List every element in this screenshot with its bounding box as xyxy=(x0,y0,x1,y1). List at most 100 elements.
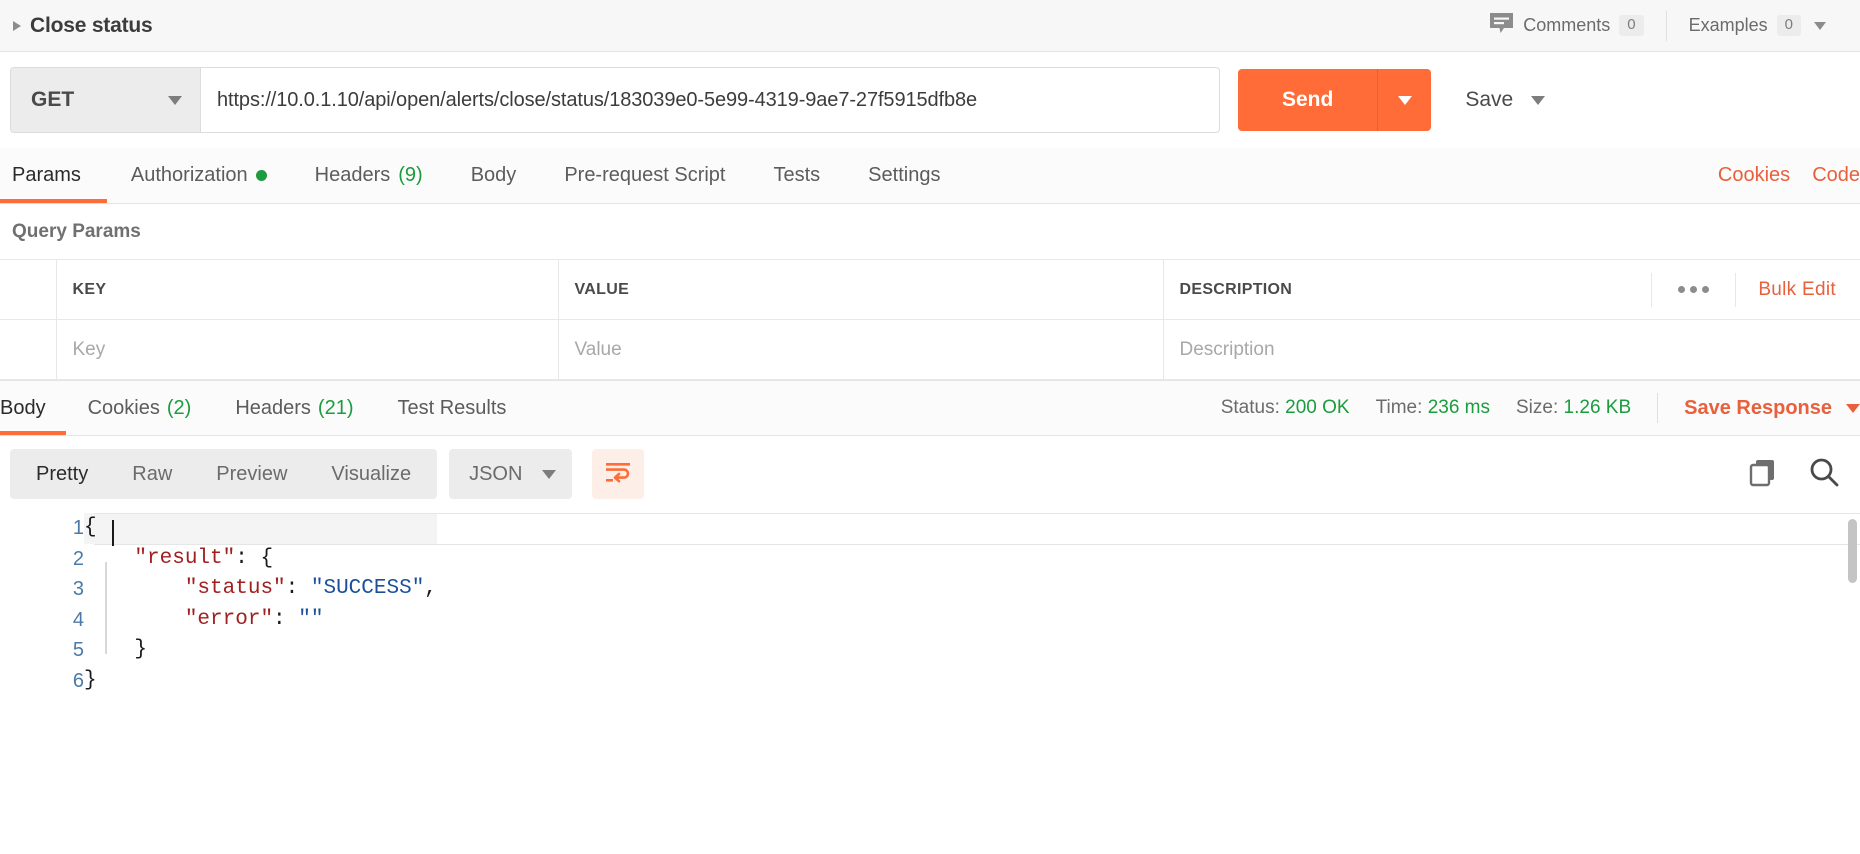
code-line: 6 } xyxy=(0,666,437,697)
dot xyxy=(1690,286,1698,293)
tab-label: Params xyxy=(12,164,81,186)
line-number: 6 xyxy=(72,669,84,692)
save-response-button[interactable]: Save Response xyxy=(1684,397,1832,420)
view-mode-preview[interactable]: Preview xyxy=(194,449,309,499)
caret-right-icon[interactable] xyxy=(13,20,21,31)
line-number: 3 xyxy=(72,578,84,600)
chevron-down-icon[interactable] xyxy=(1846,403,1860,413)
response-body-toolbar: Pretty Raw Preview Visualize JSON xyxy=(0,436,1860,512)
tab-label: Body xyxy=(0,396,46,419)
search-icon[interactable] xyxy=(1808,456,1840,493)
send-button[interactable]: Send xyxy=(1238,69,1378,131)
request-title-group[interactable]: Close status xyxy=(10,13,153,38)
param-value-cell[interactable]: Value xyxy=(557,319,1164,380)
tab-badge: (9) xyxy=(398,164,423,186)
response-body-code[interactable]: 1 { 2 "result": { 3 "status": "SUCCESS",… xyxy=(0,512,1860,726)
request-header-bar: Close status Comments 0 Examples 0 xyxy=(0,0,1860,52)
request-url-bar: GET https://10.0.1.10/api/open/alerts/cl… xyxy=(0,52,1860,148)
dot xyxy=(1702,286,1710,293)
bulk-edit-button[interactable]: Bulk Edit xyxy=(1735,272,1860,307)
code-link[interactable]: Code xyxy=(1812,164,1860,187)
table-actions: Bulk Edit xyxy=(1651,272,1860,307)
code-fold-rail xyxy=(105,562,107,654)
examples-button[interactable]: Examples 0 xyxy=(1665,10,1848,41)
line-number: 4 xyxy=(72,608,84,631)
http-method-select[interactable]: GET xyxy=(10,67,200,133)
language-value: JSON xyxy=(469,462,523,485)
param-key-cell[interactable]: Key xyxy=(55,319,559,380)
json-punct: } xyxy=(84,638,148,661)
tab-params[interactable]: Params xyxy=(0,148,107,203)
cookies-link[interactable]: Cookies xyxy=(1718,164,1790,187)
language-select[interactable]: JSON xyxy=(449,449,573,499)
json-key: "error" xyxy=(184,607,274,631)
response-tab-headers[interactable]: Headers (21) xyxy=(213,381,375,435)
query-params-table: KEY VALUE DESCRIPTION Bulk Edit Key Valu… xyxy=(0,259,1860,380)
response-tab-body[interactable]: Body xyxy=(0,381,66,435)
send-options-button[interactable] xyxy=(1377,69,1432,131)
status-value: 200 OK xyxy=(1285,397,1350,418)
chevron-down-icon[interactable] xyxy=(1814,21,1826,30)
tab-label: Body xyxy=(470,164,517,186)
tab-label: Cookies xyxy=(87,396,160,419)
line-content[interactable]: } xyxy=(84,635,437,666)
json-punct: { xyxy=(84,516,97,539)
comment-icon xyxy=(1489,12,1514,40)
tab-settings[interactable]: Settings xyxy=(844,148,964,203)
column-header-key: KEY xyxy=(55,259,559,320)
tab-label: Settings xyxy=(868,164,941,186)
save-response-group[interactable]: Save Response xyxy=(1657,393,1860,423)
tab-pre-request-script[interactable]: Pre-request Script xyxy=(540,148,749,203)
request-tabs: Params Authorization Headers (9) Body Pr… xyxy=(0,148,1860,204)
line-content[interactable]: "result": { xyxy=(84,544,437,575)
row-checkbox-cell[interactable] xyxy=(0,319,57,380)
tab-headers[interactable]: Headers (9) xyxy=(291,148,447,203)
status-badge: Status: 200 OK xyxy=(1221,397,1350,419)
chevron-down-icon[interactable] xyxy=(1531,95,1546,105)
line-content[interactable]: } xyxy=(84,666,437,697)
comments-count: 0 xyxy=(1619,15,1644,36)
size-badge: Size: 1.26 KB xyxy=(1516,397,1631,419)
save-button[interactable]: Save xyxy=(1465,88,1513,112)
url-input[interactable]: https://10.0.1.10/api/open/alerts/close/… xyxy=(200,67,1220,133)
request-tabs-actions: Cookies Code xyxy=(1718,148,1860,203)
json-key: "status" xyxy=(184,577,286,600)
view-mode-raw[interactable]: Raw xyxy=(110,449,194,499)
code-line: 5 } xyxy=(0,635,437,666)
line-content[interactable]: "status": "SUCCESS", xyxy=(84,574,437,605)
code-line: 3 "status": "SUCCESS", xyxy=(0,574,437,605)
header-actions: Comments 0 Examples 0 xyxy=(1467,0,1848,51)
select-all-cell xyxy=(0,259,57,320)
code-line: 1 { xyxy=(0,513,437,544)
tab-body[interactable]: Body xyxy=(447,148,541,203)
save-button-group[interactable]: Save xyxy=(1465,88,1546,112)
page-title: Close status xyxy=(30,13,153,37)
response-tab-cookies[interactable]: Cookies (2) xyxy=(66,381,214,435)
chevron-down-icon[interactable] xyxy=(168,95,182,105)
copy-icon[interactable] xyxy=(1748,457,1778,492)
response-meta: Status: 200 OK Time: 236 ms Size: 1.26 K… xyxy=(1221,381,1860,435)
line-content[interactable]: { xyxy=(84,513,437,544)
http-method-value: GET xyxy=(31,88,75,111)
tab-authorization[interactable]: Authorization xyxy=(107,148,291,203)
wrap-lines-button[interactable] xyxy=(592,449,645,499)
description-placeholder: Description xyxy=(1179,338,1275,360)
param-description-cell[interactable]: Description xyxy=(1162,319,1860,380)
query-params-title: Query Params xyxy=(12,220,141,242)
vertical-scrollbar[interactable] xyxy=(1848,519,1857,583)
view-mode-visualize[interactable]: Visualize xyxy=(309,449,433,499)
json-string: "SUCCESS" xyxy=(310,577,425,600)
view-mode-pretty[interactable]: Pretty xyxy=(14,449,110,499)
response-tab-test-results[interactable]: Test Results xyxy=(376,381,529,435)
code-line: 4 "error": "" xyxy=(0,605,437,636)
line-content[interactable]: "error": "" xyxy=(84,605,437,636)
code-lines: 1 { 2 "result": { 3 "status": "SUCCESS",… xyxy=(0,513,437,696)
comments-button[interactable]: Comments 0 xyxy=(1467,11,1665,41)
url-value: https://10.0.1.10/api/open/alerts/close/… xyxy=(217,88,978,111)
ellipsis-icon[interactable] xyxy=(1651,272,1735,307)
tab-tests[interactable]: Tests xyxy=(749,148,844,203)
status-dot-icon xyxy=(255,170,267,181)
